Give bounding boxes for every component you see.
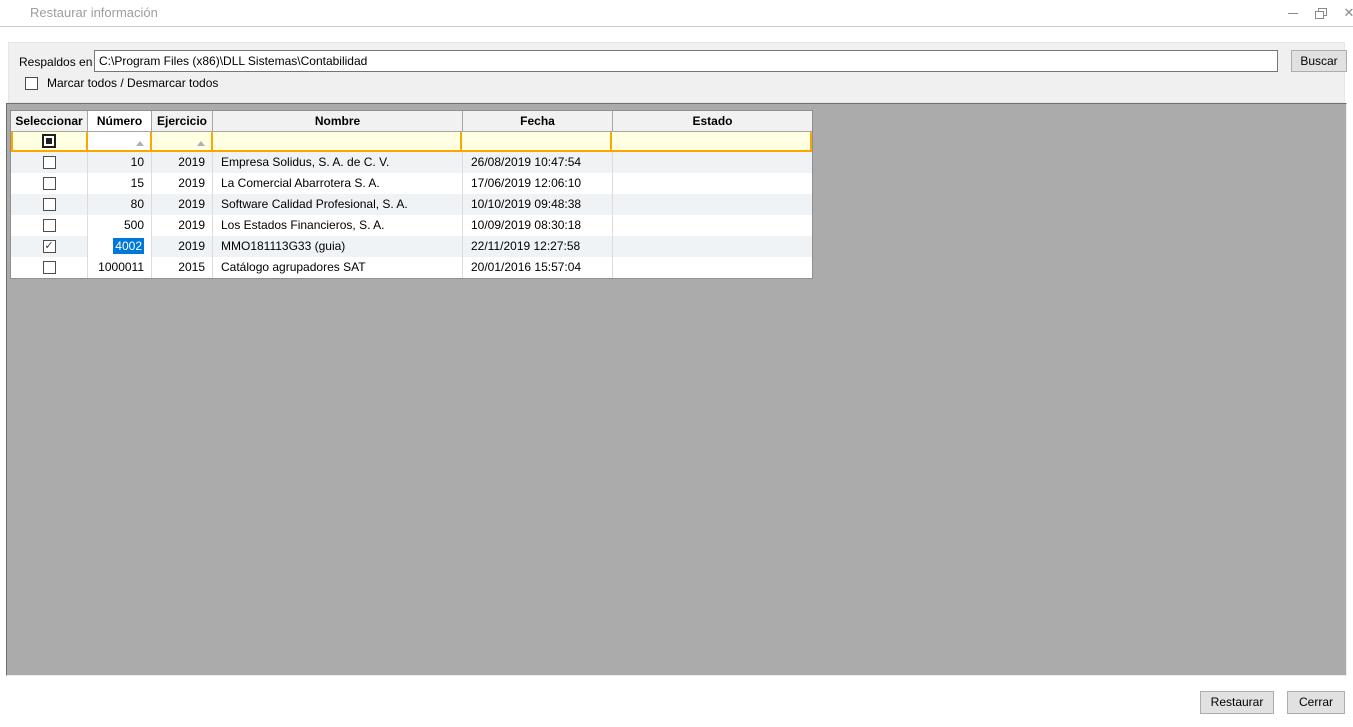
row-select-cell[interactable] [11,152,88,173]
row-fecha-cell[interactable]: 20/01/2016 15:57:04 [463,257,613,278]
row-numero-cell[interactable]: 10 [88,152,152,173]
row-estado-cell[interactable] [613,215,812,236]
table-row[interactable]: 10 2019Empresa Solidus, S. A. de C. V.26/… [11,152,812,173]
row-numero-cell[interactable]: 80 [88,194,152,215]
column-header-fecha[interactable]: Fecha [463,111,613,131]
row-checkbox[interactable] [43,177,56,190]
minimize-icon [1288,13,1298,14]
minimize-button[interactable] [1279,0,1307,26]
row-fecha-cell[interactable]: 26/08/2019 10:47:54 [463,152,613,173]
row-fecha-cell[interactable]: 22/11/2019 12:27:58 [463,236,613,257]
row-estado-cell[interactable] [613,257,812,278]
row-fecha-cell[interactable]: 10/09/2019 08:30:18 [463,215,613,236]
numero-selected-text: 4002 [113,238,144,254]
row-numero-cell[interactable]: 4002 [88,236,152,257]
column-header-nombre[interactable]: Nombre [213,111,463,131]
restore-button-titlebar[interactable] [1307,0,1335,26]
ejercicio-sort-icon [197,141,205,146]
title-bar: Restaurar información ✕ [0,0,1353,27]
table-row[interactable]: 80 2019Software Calidad Profesional, S. A… [11,194,812,215]
numero-text: 500 [124,218,144,232]
row-nombre-cell[interactable]: La Comercial Abarrotera S. A. [213,173,463,194]
column-header-seleccionar[interactable]: Seleccionar [11,111,88,131]
column-header-ejercicio[interactable]: Ejercicio [152,111,213,131]
mark-all-label: Marcar todos / Desmarcar todos [47,76,218,90]
numero-text: 10 [131,155,144,169]
row-select-cell[interactable] [11,215,88,236]
table-body: 102019Empresa Solidus, S. A. de C. V.26/… [11,152,812,278]
numero-text: 15 [131,176,144,190]
row-checkbox[interactable] [43,261,56,274]
row-nombre-cell[interactable]: Empresa Solidus, S. A. de C. V. [213,152,463,173]
window-title: Restaurar información [30,5,158,20]
row-estado-cell[interactable] [613,173,812,194]
row-checkbox[interactable] [43,219,56,232]
search-button[interactable]: Buscar [1291,50,1347,72]
row-numero-cell[interactable]: 500 [88,215,152,236]
table-row[interactable]: 15 2019La Comercial Abarrotera S. A.17/06… [11,173,812,194]
row-nombre-cell[interactable]: Los Estados Financieros, S. A. [213,215,463,236]
backups-table: Seleccionar Número Ejercicio Nombre Fech… [10,110,813,279]
table-row[interactable]: 500 2019Los Estados Financieros, S. A.10/… [11,215,812,236]
row-nombre-cell[interactable]: Catálogo agrupadores SAT [213,257,463,278]
filter-nombre-cell[interactable] [213,132,462,150]
row-ejercicio-cell[interactable]: 2019 [152,173,213,194]
row-ejercicio-cell[interactable]: 2019 [152,152,213,173]
row-checkbox[interactable] [43,240,56,253]
row-select-cell[interactable] [11,257,88,278]
table-header-row: Seleccionar Número Ejercicio Nombre Fech… [11,111,812,132]
close-icon: ✕ [1344,5,1353,21]
row-select-cell[interactable] [11,173,88,194]
table-row[interactable]: 1000011 2015Catálogo agrupadores SAT20/01… [11,257,812,278]
row-nombre-cell[interactable]: MMO181113G33 (guia) [213,236,463,257]
table-row[interactable]: 4002 2019MMO181113G33 (guia)22/11/2019 12… [11,236,812,257]
window-controls: ✕ [1279,0,1353,26]
row-numero-cell[interactable]: 15 [88,173,152,194]
row-ejercicio-cell[interactable]: 2019 [152,215,213,236]
restore-dialog-window: Restaurar información ✕ Respaldos en Bus… [0,0,1353,727]
row-ejercicio-cell[interactable]: 2019 [152,236,213,257]
filter-select-all-cell[interactable] [13,132,88,150]
workspace-background: Seleccionar Número Ejercicio Nombre Fech… [6,103,1347,676]
restore-button[interactable]: Restaurar [1200,691,1274,714]
restore-icon [1315,8,1327,19]
close-button-titlebar[interactable]: ✕ [1335,0,1353,26]
filter-row [11,132,812,152]
filter-ejercicio-cell[interactable] [152,132,213,150]
row-nombre-cell[interactable]: Software Calidad Profesional, S. A. [213,194,463,215]
numero-text: 80 [131,197,144,211]
filter-fecha-cell[interactable] [462,132,612,150]
row-checkbox[interactable] [43,156,56,169]
column-header-estado[interactable]: Estado [613,111,812,131]
row-ejercicio-cell[interactable]: 2019 [152,194,213,215]
numero-sort-icon [136,141,144,146]
mark-all-checkbox[interactable] [25,77,38,90]
backup-path-panel: Respaldos en Buscar Marcar todos / Desma… [8,42,1345,103]
tristate-fill-icon [46,138,52,144]
row-estado-cell[interactable] [613,194,812,215]
row-ejercicio-cell[interactable]: 2015 [152,257,213,278]
close-button[interactable]: Cerrar [1287,691,1345,714]
row-checkbox[interactable] [43,198,56,211]
path-input[interactable] [94,50,1278,72]
row-estado-cell[interactable] [613,152,812,173]
row-select-cell[interactable] [11,236,88,257]
row-estado-cell[interactable] [613,236,812,257]
row-select-cell[interactable] [11,194,88,215]
select-all-tristate-checkbox[interactable] [42,134,56,148]
filter-estado-cell[interactable] [612,132,810,150]
numero-text: 1000011 [98,260,144,274]
path-label: Respaldos en [19,55,92,69]
row-fecha-cell[interactable]: 17/06/2019 12:06:10 [463,173,613,194]
filter-numero-cell[interactable] [88,132,152,150]
row-numero-cell[interactable]: 1000011 [88,257,152,278]
column-header-numero[interactable]: Número [88,111,152,131]
row-fecha-cell[interactable]: 10/10/2019 09:48:38 [463,194,613,215]
